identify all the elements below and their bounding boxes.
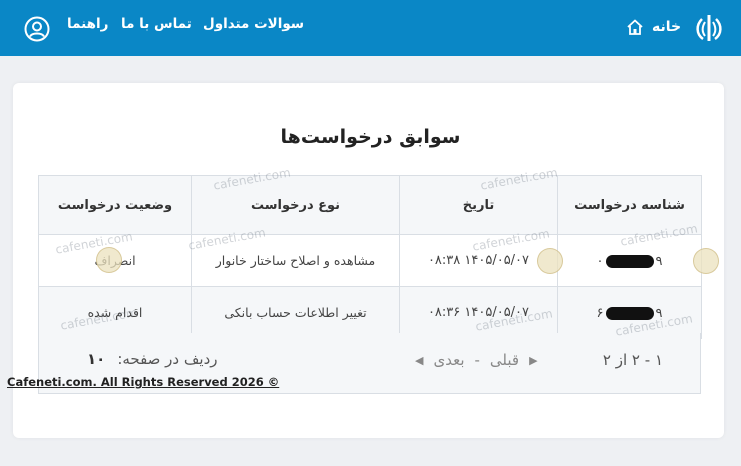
column-header-status[interactable]: وضعیت درخواست <box>38 175 192 235</box>
top-navbar: خانه سوالات متداول تماس با ما راهنما <box>0 0 741 56</box>
request-id-suffix: ۶ <box>596 305 604 321</box>
pagination-separator: - <box>474 351 480 369</box>
user-avatar-icon[interactable] <box>24 16 50 42</box>
nav-contact[interactable]: تماس با ما <box>121 16 192 32</box>
redaction-mask <box>605 254 654 268</box>
iran-emblem-icon[interactable] <box>693 12 725 44</box>
rows-per-page[interactable]: ردیف در صفحه: ۱۰ <box>87 350 218 368</box>
table-row[interactable]: ۹۶ ۱۴۰۵/۰۵/۰۷ ۰۸:۳۶ تغییر اطلاعات حساب ب… <box>38 286 702 339</box>
type-cell: تغییر اطلاعات حساب بانکی <box>191 286 400 339</box>
copyright-link[interactable]: Cafeneti.com. All Rights Reserved 2026 © <box>7 375 279 389</box>
next-page-button[interactable]: بعدی <box>433 351 464 369</box>
rows-per-page-value[interactable]: ۱۰ <box>87 350 105 368</box>
watermark-logo-icon <box>96 247 122 273</box>
chevron-right-icon[interactable]: ▶ <box>529 354 537 367</box>
page-title: سوابق درخواست‌ها <box>280 126 461 148</box>
watermark-logo-icon <box>537 248 563 274</box>
home-link[interactable]: خانه <box>626 14 681 40</box>
home-icon <box>627 19 643 35</box>
table-header-row: شناسه درخواست تاریخ نوع درخواست وضعیت در… <box>38 175 702 235</box>
home-label: خانه <box>652 19 682 35</box>
watermark-logo-icon <box>693 248 719 274</box>
table-row[interactable]: ۹۰ ۱۴۰۵/۰۵/۰۷ ۰۸:۳۸ مشاهده و اصلاح ساختا… <box>38 234 702 287</box>
request-id-suffix: ۰ <box>596 253 604 269</box>
rows-per-page-label: ردیف در صفحه: <box>117 350 218 368</box>
column-header-date[interactable]: تاریخ <box>399 175 558 235</box>
redaction-mask <box>605 306 654 320</box>
previous-page-button[interactable]: قبلی <box>490 351 519 369</box>
nav-guide[interactable]: راهنما <box>67 16 108 32</box>
nav-faq[interactable]: سوالات متداول <box>203 16 304 32</box>
chevron-left-icon[interactable]: ◀ <box>415 354 423 367</box>
pagination-nav: ▶ قبلی - بعدی ◀ <box>415 351 538 369</box>
request-id-prefix: ۹ <box>655 253 663 269</box>
pagination-range: ۱ - ۲ از ۲ <box>602 351 663 369</box>
